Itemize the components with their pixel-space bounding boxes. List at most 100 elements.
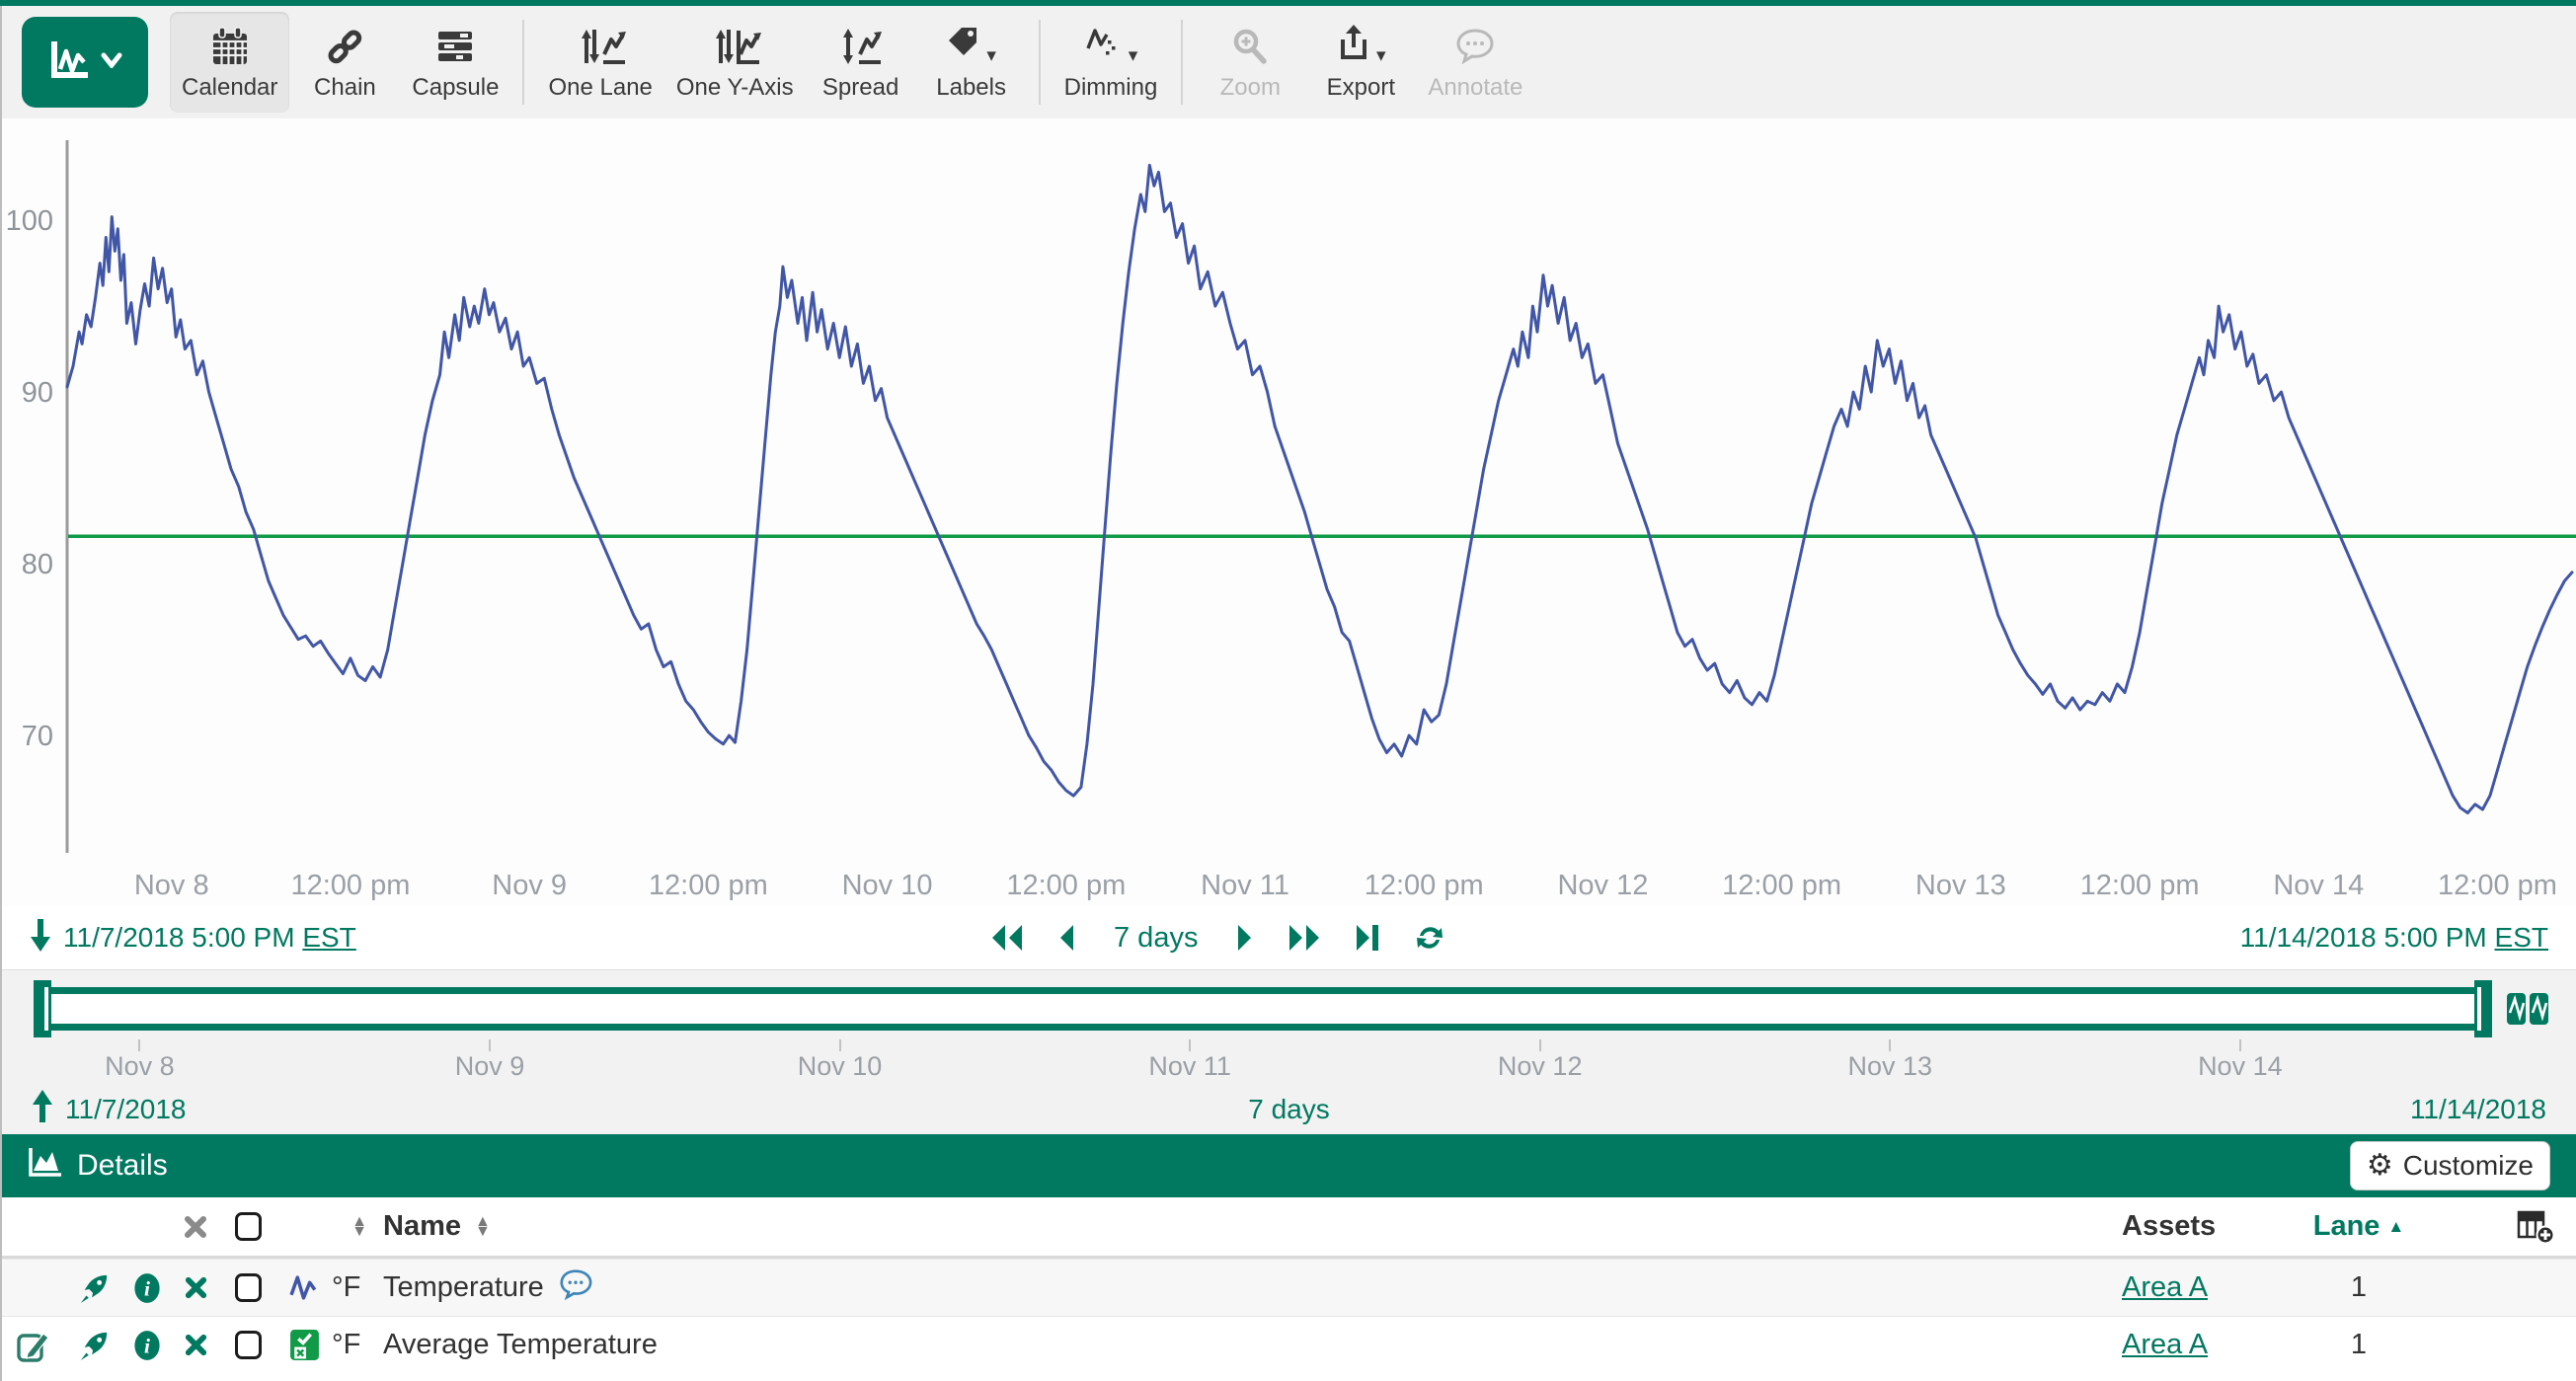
toolbar-button-calendar[interactable]: Calendar: [170, 12, 289, 113]
timebar-track[interactable]: [38, 987, 2488, 1031]
timebar-handle-right[interactable]: [2474, 980, 2492, 1037]
annotation-bubble-icon[interactable]: [558, 1268, 593, 1308]
timebar-tick: [2239, 1039, 2241, 1051]
row-checkbox[interactable]: [235, 1331, 262, 1359]
investigate-start-link[interactable]: 11/7/2018: [65, 1094, 187, 1125]
row-checkbox[interactable]: [235, 1273, 262, 1302]
remove-item-icon[interactable]: [172, 1275, 219, 1300]
edit-formula-icon[interactable]: [2, 1329, 65, 1362]
customize-button[interactable]: ⚙ Customize: [2350, 1141, 2550, 1190]
column-header-name[interactable]: Name: [383, 1210, 461, 1243]
svg-text:Nov 10: Nov 10: [842, 870, 933, 901]
step-back-full-button[interactable]: [989, 923, 1025, 953]
svg-text:90: 90: [22, 377, 53, 409]
details-header-bar: Details ⚙ Customize: [2, 1134, 2576, 1197]
workbench: Calendar Chain Capsule One Lane On: [0, 6, 2576, 1381]
toolbar-button-label: Chain: [314, 74, 376, 102]
svg-text:Nov 9: Nov 9: [492, 870, 567, 901]
toolbar-separator: [1181, 20, 1183, 105]
toolbar-button-zoom[interactable]: Zoom: [1195, 12, 1305, 113]
display-range-end: 11/14/2018 5:00 PM: [2240, 922, 2487, 953]
svg-text:Nov 11: Nov 11: [1201, 870, 1289, 901]
select-all-checkbox[interactable]: [235, 1212, 262, 1241]
svg-text:Nov 8: Nov 8: [134, 870, 209, 901]
svg-text:12:00 pm: 12:00 pm: [649, 870, 768, 901]
arrow-up-icon: [32, 1089, 53, 1131]
display-range-end-link[interactable]: 11/14/2018 5:00 PM EST: [2240, 922, 2548, 954]
toolbar-button-export[interactable]: ▾ Export: [1305, 12, 1416, 113]
caret-down-icon: ▾: [986, 46, 996, 65]
toolbar-button-label: Spread: [822, 74, 898, 102]
item-name[interactable]: Average Temperature: [383, 1329, 658, 1361]
remove-item-icon[interactable]: [172, 1333, 219, 1357]
auto-update-button[interactable]: [2506, 992, 2549, 1031]
toolbar-button-annotate[interactable]: Annotate: [1416, 12, 1534, 113]
step-back-half-button[interactable]: [1056, 923, 1076, 953]
sort-icon[interactable]: ▲▼: [475, 1217, 491, 1237]
caret-down-icon: ▾: [1129, 46, 1138, 65]
view-mode-button[interactable]: [22, 17, 148, 108]
step-to-end-button[interactable]: [1354, 923, 1381, 953]
sort-ascending-icon: ▲: [2387, 1217, 2404, 1237]
table-row-temperature: i °F Temperature Area A 1: [2, 1259, 2576, 1316]
asset-link[interactable]: Area A: [2122, 1329, 2208, 1360]
column-header-assets[interactable]: Assets: [2122, 1210, 2290, 1243]
time-step-controls: 7 days: [989, 906, 1446, 969]
svg-text:100: 100: [6, 205, 53, 237]
timebar-tick: [1889, 1039, 1891, 1051]
column-header-lane[interactable]: Lane ▲: [2313, 1210, 2405, 1243]
asset-link[interactable]: Area A: [2122, 1271, 2208, 1303]
timebar-tick-label: Nov 9: [455, 1051, 525, 1082]
details-table: ▲▼ Name ▲▼ Assets Lane ▲ i: [2, 1197, 2576, 1373]
svg-text:Nov 13: Nov 13: [1915, 870, 2006, 901]
remove-all-icon[interactable]: [172, 1214, 219, 1240]
toolbar-button-dimming[interactable]: ▾ Dimming: [1053, 12, 1170, 113]
add-column-icon[interactable]: [2428, 1209, 2576, 1245]
item-info-icon[interactable]: i: [122, 1330, 172, 1361]
toolbar-button-labels[interactable]: ▾ Labels: [916, 12, 1027, 113]
toolbar-button-label: Labels: [936, 74, 1006, 102]
item-name[interactable]: Temperature: [383, 1271, 544, 1304]
toolbar-button-label: Annotate: [1428, 74, 1522, 102]
export-icon: [1336, 24, 1371, 68]
display-range-row: 11/7/2018 5:00 PM EST 7 days: [2, 906, 2576, 969]
investigate-duration-label[interactable]: 7 days: [1248, 1094, 1330, 1125]
investigate-end-link[interactable]: 11/14/2018: [2410, 1094, 2546, 1125]
toolbar-button-label: Calendar: [182, 74, 277, 102]
one-y-axis-icon: [708, 24, 761, 69]
asset-swap-rocket-icon[interactable]: [65, 1272, 122, 1304]
zoom-icon: [1232, 24, 1268, 69]
trend-line-icon: [47, 39, 93, 86]
display-range-start-link[interactable]: 11/7/2018 5:00 PM EST: [30, 917, 356, 959]
step-forward-full-button[interactable]: [1287, 923, 1322, 953]
display-duration-label[interactable]: 7 days: [1108, 922, 1204, 955]
toolbar-button-chain[interactable]: Chain: [289, 12, 400, 113]
timebar-handle-left[interactable]: [34, 980, 51, 1037]
details-table-header: ▲▼ Name ▲▼ Assets Lane ▲: [2, 1197, 2576, 1259]
toolbar-separator: [522, 20, 524, 105]
toolbar-button-spread[interactable]: Spread: [806, 12, 916, 113]
sort-icon[interactable]: ▲▼: [351, 1217, 367, 1237]
toolbar-button-capsule[interactable]: Capsule: [400, 12, 510, 113]
timebar-slider: [38, 980, 2488, 1039]
svg-text:80: 80: [22, 549, 53, 580]
step-forward-half-button[interactable]: [1235, 923, 1255, 953]
svg-text:i: i: [144, 1334, 150, 1357]
unit-label: °F: [332, 1271, 377, 1304]
svg-text:12:00 pm: 12:00 pm: [2438, 870, 2557, 901]
refresh-icon[interactable]: [1413, 922, 1446, 954]
formula-icon: [276, 1329, 332, 1361]
asset-swap-rocket-icon[interactable]: [65, 1330, 122, 1361]
toolbar-button-label: Capsule: [412, 74, 499, 102]
trend-chart[interactable]: 708090100Nov 812:00 pmNov 912:00 pmNov 1…: [2, 118, 2576, 906]
toolbar-button-label: Export: [1327, 74, 1395, 102]
svg-text:i: i: [144, 1276, 150, 1300]
timebar-tick-label: Nov 8: [105, 1051, 175, 1082]
svg-text:12:00 pm: 12:00 pm: [2080, 870, 2200, 901]
toolbar-button-one-lane[interactable]: One Lane: [536, 12, 664, 113]
trend-chart-area: 708090100Nov 812:00 pmNov 912:00 pmNov 1…: [2, 118, 2576, 906]
arrow-down-icon: [30, 917, 51, 959]
toolbar-button-one-y-axis[interactable]: One Y-Axis: [664, 12, 806, 113]
item-info-icon[interactable]: i: [122, 1272, 172, 1304]
toolbar-button-label: Dimming: [1064, 74, 1158, 102]
